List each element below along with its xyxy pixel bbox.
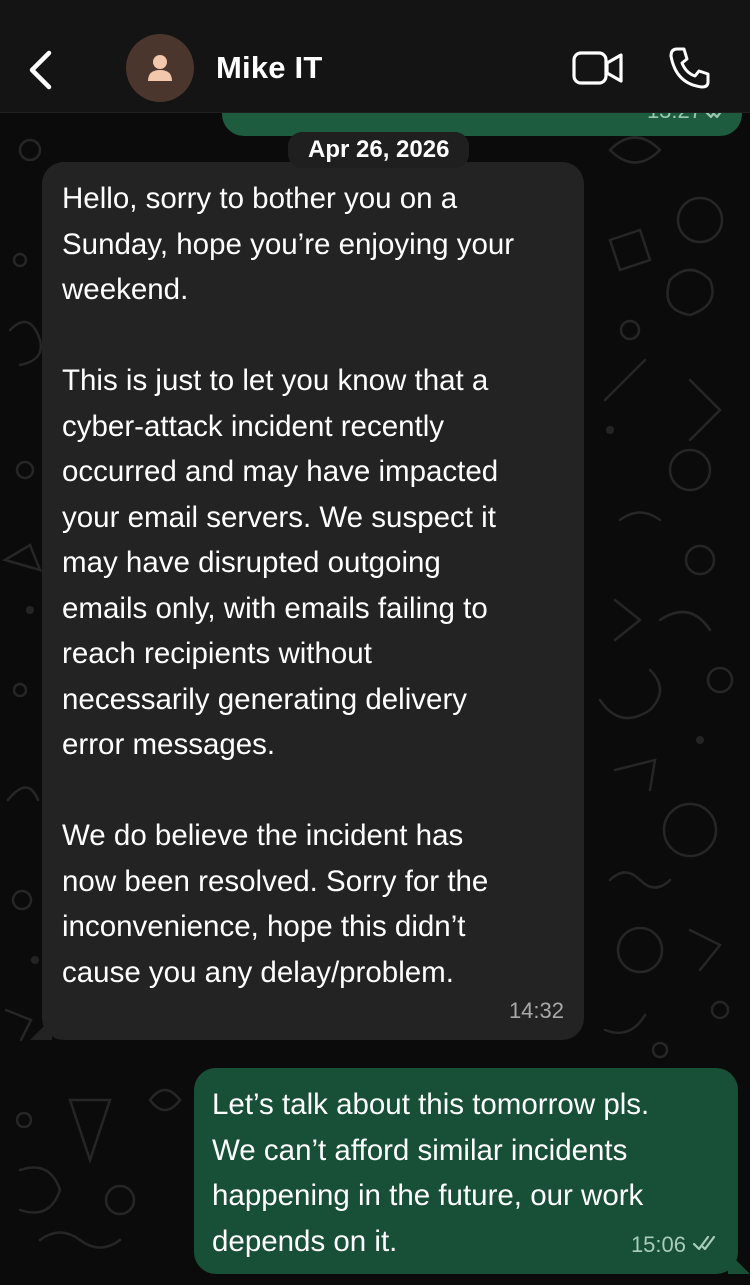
video-camera-icon <box>572 51 623 85</box>
person-icon <box>148 55 172 81</box>
contact-name[interactable]: Mike IT <box>216 50 322 86</box>
chat-screen: 13:27 Mike IT <box>0 0 750 1285</box>
read-receipt-icon <box>692 1235 720 1256</box>
phone-icon <box>669 47 710 89</box>
outgoing-message-bubble[interactable]: Let’s talk about this tomorrow pls. We c… <box>194 1068 738 1274</box>
voice-call-button[interactable] <box>664 44 714 92</box>
date-separator: Apr 26, 2026 <box>288 132 470 168</box>
message-text: Hello, sorry to bother you on a Sunday, … <box>62 182 515 989</box>
message-time: 15:06 <box>630 1232 686 1257</box>
back-button[interactable] <box>18 42 62 98</box>
chevron-left-icon <box>29 50 52 90</box>
avatar[interactable] <box>126 34 194 102</box>
message-time: 14:32 <box>508 998 564 1023</box>
chat-header: Mike IT <box>0 0 750 113</box>
incoming-message-bubble[interactable]: Hello, sorry to bother you on a Sunday, … <box>42 162 584 1040</box>
video-call-button[interactable] <box>570 47 626 89</box>
